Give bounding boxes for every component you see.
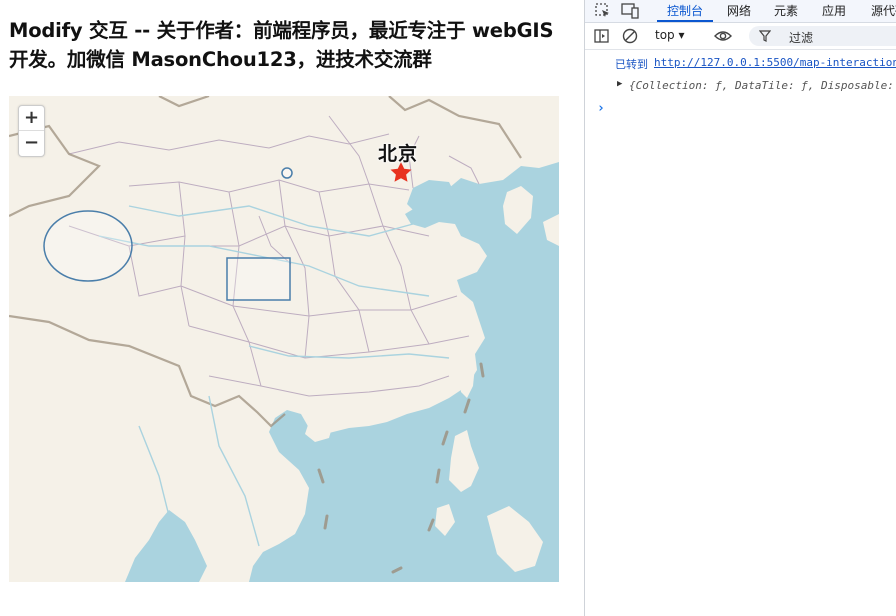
island-visayas: [487, 506, 543, 572]
console-toolbar: top ▾ 过滤: [585, 23, 896, 50]
device-toggle-icon[interactable]: [620, 1, 640, 21]
japan-kyushu: [543, 214, 559, 246]
zoom-in-button[interactable]: +: [19, 106, 44, 131]
drawn-rectangle: [226, 257, 291, 301]
devtools-panel: 控制台 网络 元素 应用 源代码 top ▾ 过滤 已转到 http://127…: [584, 0, 896, 616]
expand-arrow-icon[interactable]: ▶: [617, 79, 622, 89]
tab-sources[interactable]: 源代码: [871, 2, 896, 19]
zoom-control: + −: [18, 105, 45, 157]
tab-application[interactable]: 应用: [822, 2, 846, 19]
console-nav-label: 已转到: [615, 58, 648, 71]
map-canvas[interactable]: [9, 96, 559, 582]
tab-console[interactable]: 控制台: [667, 2, 703, 19]
island-mindoro: [435, 504, 455, 536]
drawn-ellipse: [43, 210, 133, 282]
korea-peninsula: [503, 186, 533, 234]
devtools-tabbar: 控制台 网络 元素 应用 源代码: [585, 0, 896, 23]
page-title: Modify 交互 -- 关于作者：前端程序员，最近专注于 webGIS 开发。…: [9, 19, 554, 71]
island-luzon: [449, 430, 479, 492]
map-viewport[interactable]: 北京 + −: [9, 96, 559, 582]
eye-icon[interactable]: [713, 27, 733, 45]
console-object-log[interactable]: {Collection: ƒ, DataTile: ƒ, Disposable:…: [629, 79, 896, 92]
inspect-icon[interactable]: [593, 1, 613, 21]
console-nav-url[interactable]: http://127.0.0.1:5500/map-interaction: [654, 56, 896, 69]
zoom-out-button[interactable]: −: [19, 131, 44, 156]
active-tab-indicator: [657, 20, 713, 22]
console-prompt[interactable]: ›: [597, 101, 605, 116]
sidebar-toggle-icon[interactable]: [593, 27, 611, 45]
clear-console-icon[interactable]: [621, 27, 639, 45]
web-page: Modify 交互 -- 关于作者：前端程序员，最近专注于 webGIS 开发。…: [0, 0, 584, 616]
filter-icon: [759, 30, 771, 42]
tab-network[interactable]: 网络: [727, 2, 751, 19]
city-label-beijing: 北京: [378, 143, 419, 165]
tab-elements[interactable]: 元素: [774, 2, 798, 19]
drawn-small-circle: [281, 167, 293, 179]
filter-placeholder: 过滤: [789, 31, 814, 45]
filter-input[interactable]: 过滤: [749, 26, 896, 46]
context-selector[interactable]: top ▾: [655, 28, 685, 42]
